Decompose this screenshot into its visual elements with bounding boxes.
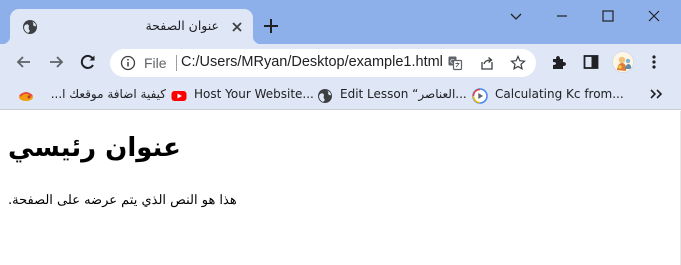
bookmark-favicon-icon xyxy=(19,92,33,101)
bookmark-label-4: Calculating Kc from... xyxy=(495,87,624,101)
url-text[interactable]: C:/Users/MRyan/Desktop/example1.html xyxy=(181,54,443,70)
address-bar[interactable]: File C:/Users/MRyan/Desktop/example1.htm… xyxy=(110,49,536,77)
reload-icon[interactable] xyxy=(78,52,98,72)
tab-title: عنوان الصفحة xyxy=(145,18,219,33)
bookmark-item-2[interactable]: Host Your Website... xyxy=(171,85,314,105)
share-icon[interactable] xyxy=(479,55,495,71)
double-chevron-right-icon[interactable] xyxy=(648,86,664,102)
browser-toolbar: File C:/Users/MRyan/Desktop/example1.htm… xyxy=(0,44,681,80)
bookmark-item-3[interactable]: Edit Lesson “العناصر... xyxy=(317,85,467,105)
chevron-down-icon[interactable] xyxy=(506,6,526,26)
bookmark-label-3: Edit Lesson “العناصر... xyxy=(340,87,467,101)
translate-icon[interactable]: G xyxy=(447,55,463,71)
window-close-icon[interactable] xyxy=(644,6,664,26)
youtube-icon xyxy=(171,91,187,101)
scheme-label: File xyxy=(144,55,167,71)
play-circle-icon xyxy=(472,88,488,104)
browser-tab[interactable]: عنوان الصفحة xyxy=(2,9,261,44)
page-heading: عنوان رئيسي xyxy=(8,133,181,163)
back-arrow-icon[interactable] xyxy=(14,52,34,72)
bookmarks-bar: كيفية اضافة موقعك ا... Host Your Website… xyxy=(0,80,681,110)
bookmark-item-1[interactable]: كيفية اضافة موقعك ا... xyxy=(18,85,166,105)
profile-avatar-icon xyxy=(613,52,633,72)
extensions-puzzle-icon[interactable] xyxy=(550,53,568,71)
page-viewport: عنوان رئيسي هذا هو النص الذي يتم عرضه عل… xyxy=(0,111,681,265)
forward-arrow-icon[interactable] xyxy=(46,52,66,72)
new-tab-icon[interactable] xyxy=(262,17,280,35)
bookmark-star-icon[interactable] xyxy=(510,55,526,71)
tab-close-icon[interactable] xyxy=(230,20,244,34)
bookmark-label-1: كيفية اضافة موقعك ا... xyxy=(50,87,166,101)
bookmark-label-2: Host Your Website... xyxy=(194,87,314,101)
title-bar: عنوان الصفحة xyxy=(0,0,681,44)
bookmark-item-4[interactable]: Calculating Kc from... xyxy=(472,85,632,105)
kebab-menu-icon[interactable] xyxy=(645,53,663,71)
globe-icon xyxy=(318,89,332,103)
info-icon[interactable] xyxy=(120,55,136,71)
maximize-icon[interactable] xyxy=(598,6,618,26)
globe-icon xyxy=(23,20,37,34)
profile-avatar[interactable] xyxy=(612,51,634,73)
omnibox-divider xyxy=(176,55,177,71)
side-panel-icon[interactable] xyxy=(582,53,600,71)
page-paragraph: هذا هو النص الذي يتم عرضه على الصفحة. xyxy=(8,193,237,208)
minimize-icon[interactable] xyxy=(552,6,572,26)
